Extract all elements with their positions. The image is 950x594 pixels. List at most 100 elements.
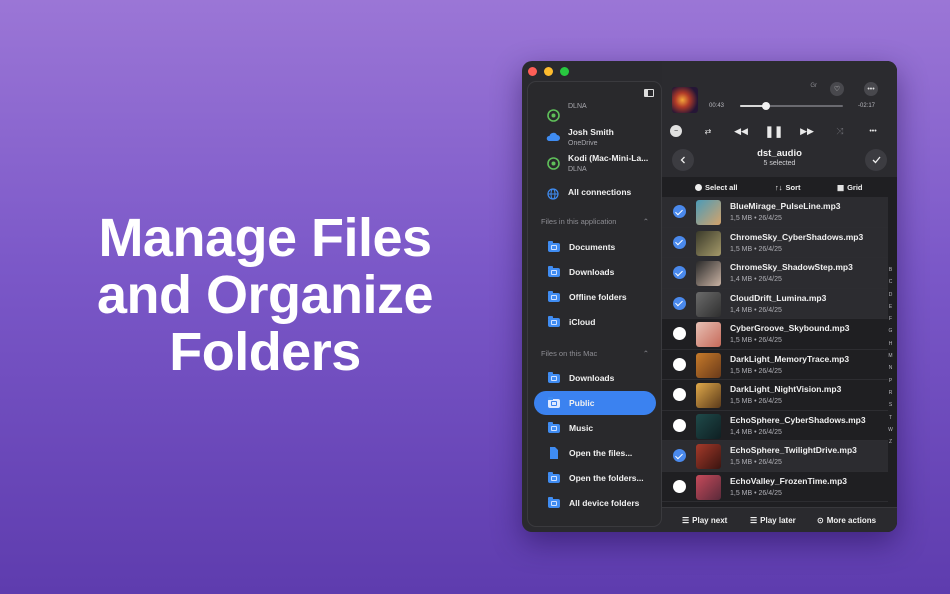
selection-checkbox[interactable] [673,357,686,371]
sidebar-item-open-files[interactable]: Open the files... [534,441,656,465]
alphabet-letter[interactable]: E [889,301,892,313]
sidebar-item-label: iCloud [569,317,596,327]
progress-slider[interactable] [740,105,843,107]
file-row[interactable]: ChromeSky_ShadowStep.mp3 1,4 MB • 26/4/25 [662,258,888,289]
grid-button[interactable]: ▦ Grid [837,183,863,192]
selection-checkbox[interactable] [673,479,686,493]
sidebar-item-public[interactable]: Public [534,391,656,415]
connection-type: DLNA [568,166,587,173]
section-header-mac[interactable]: Files on this Mac ⌃ [541,349,649,358]
sidebar-item-open-folders[interactable]: Open the folders... [534,466,656,490]
selection-checkbox[interactable] [673,235,686,249]
sidebar-item-downloads-mac[interactable]: Downloads [534,366,656,390]
all-connections-item[interactable]: All connections [546,183,631,201]
file-row[interactable]: EchoValley_FrozenTime.mp3 1,5 MB • 26/4/2… [662,472,888,502]
alphabet-letter[interactable]: R [889,387,893,399]
selection-checkbox[interactable] [673,205,686,218]
alphabet-letter[interactable]: W [888,424,893,436]
rewind-icon[interactable]: ◀◀ [734,125,748,137]
sort-button[interactable]: ↑↓ Sort [775,183,801,192]
play-next-button[interactable]: ☰ Play next [682,516,727,525]
album-art-thumbnail [696,352,721,378]
play-later-button[interactable]: ☰ Play later [750,516,796,525]
sidebar-item-label: Offline folders [569,292,627,302]
more-icon[interactable]: ••• [864,82,878,96]
file-meta: 1,5 MB • 26/4/25 [730,337,782,344]
file-meta: 1,5 MB • 26/4/25 [730,367,782,375]
progress-knob[interactable] [762,102,770,110]
file-meta: 1,5 MB • 26/4/25 [730,245,782,253]
file-row[interactable]: DarkLight_MemoryTrace.mp3 1,5 MB • 26/4/2… [662,350,888,380]
cloud-icon [546,130,560,144]
now-playing-artwork[interactable] [672,87,698,113]
sidebar-item-offline-folders[interactable]: Offline folders [534,285,656,309]
repeat-icon[interactable]: ⇄ [702,125,714,137]
alphabet-letter[interactable]: D [889,289,893,301]
zoom-window-button[interactable] [560,67,569,76]
select-all-button[interactable]: Select all [695,183,738,192]
file-row[interactable]: CyberGroove_Skybound.mp3 1,5 MB • 26/4/25 [662,319,888,350]
hero-line-3: Folders [169,322,361,382]
alphabet-index[interactable]: BCDEFGHMNPRSTWZ [886,264,895,448]
file-list: BlueMirage_PulseLine.mp3 1,5 MB • 26/4/25… [662,197,897,507]
alphabet-letter[interactable]: G [889,325,893,337]
selection-checkbox[interactable] [673,449,686,462]
selection-checkbox[interactable] [673,327,686,340]
sidebar-toggle-icon[interactable] [644,89,654,97]
alphabet-letter[interactable]: M [888,350,892,362]
file-row[interactable]: CloudDrift_Lumina.mp3 1,4 MB • 26/4/25 [662,288,888,319]
file-meta: 1,4 MB • 26/4/25 [730,428,782,436]
file-row[interactable]: EchoSphere_CyberShadows.mp3 1,4 MB • 26/4… [662,411,888,441]
file-name: EchoSphere_CyberShadows.mp3 [730,414,866,425]
sidebar-item-documents[interactable]: Documents [534,235,656,259]
more-actions-button[interactable]: ⊙ More actions [817,516,876,525]
section-header-app[interactable]: Files in this application ⌃ [541,217,649,226]
play-later-label: Play later [760,516,796,525]
sidebar-item-all-device-folders[interactable]: All device folders [534,491,656,515]
alphabet-letter[interactable]: B [889,264,892,276]
file-name: ChromeSky_ShadowStep.mp3 [730,262,853,272]
file-row[interactable]: EchoSphere_TwilightDrive.mp3 1,5 MB • 26/… [662,441,888,472]
selection-checkbox[interactable] [673,296,686,310]
file-row[interactable]: BlueMirage_PulseLine.mp3 1,5 MB • 26/4/25 [662,197,888,228]
sidebar-item-downloads-app[interactable]: Downloads [534,260,656,284]
connection-item-dlna[interactable]: DLNA [546,103,587,122]
minimize-window-button[interactable] [544,67,553,76]
more-options-icon[interactable]: ••• [867,125,879,137]
sidebar-item-icloud[interactable]: iCloud [534,310,656,334]
file-name: DarkLight_MemoryTrace.mp3 [730,353,850,364]
grid-label: Grid [847,182,863,192]
alphabet-letter[interactable]: T [889,412,892,424]
minus-icon[interactable]: − [670,125,682,137]
alphabet-letter[interactable]: C [889,276,893,288]
file-row[interactable]: DarkLight_NightVision.mp3 1,5 MB • 26/4/2… [662,380,888,411]
file-name: ChromeSky_CyberShadows.mp3 [730,231,864,242]
alphabet-letter[interactable]: N [889,362,893,374]
pause-icon[interactable]: ❚❚ [765,125,783,138]
connection-item-onedrive[interactable]: Josh Smith OneDrive [546,126,614,149]
close-window-button[interactable] [528,67,537,76]
selection-checkbox[interactable] [673,418,686,432]
sidebar-item-music[interactable]: Music [534,416,656,440]
selection-checkbox[interactable] [673,266,686,279]
small-label: Gr [810,83,817,89]
file-row[interactable]: ChromeSky_CyberShadows.mp3 1,5 MB • 26/4/… [662,227,888,258]
app-window: DLNA Josh Smith OneDrive Kodi (Mac-Mini-… [522,61,897,532]
shuffle-icon[interactable]: ⤨ [834,125,846,137]
alphabet-letter[interactable]: F [889,313,892,325]
list-toolbar: Select all ↑↓ Sort ▦ Grid [662,177,897,197]
heart-icon[interactable]: ♡ [830,82,844,96]
open-file-icon [547,447,560,459]
alphabet-letter[interactable]: Z [889,436,892,448]
sidebar: DLNA Josh Smith OneDrive Kodi (Mac-Mini-… [527,81,662,527]
sidebar-item-label: Downloads [569,373,615,383]
alphabet-letter[interactable]: S [889,399,892,411]
fast-forward-icon[interactable]: ▶▶ [800,125,814,137]
done-button[interactable] [865,149,887,171]
connection-item-kodi[interactable]: Kodi (Mac-Mini-La... DLNA [546,152,648,175]
alphabet-letter[interactable]: H [889,338,893,350]
file-meta: 1,5 MB • 26/4/25 [730,459,782,466]
dlna-icon [546,156,560,170]
selection-checkbox[interactable] [673,388,686,401]
alphabet-letter[interactable]: P [889,375,892,387]
